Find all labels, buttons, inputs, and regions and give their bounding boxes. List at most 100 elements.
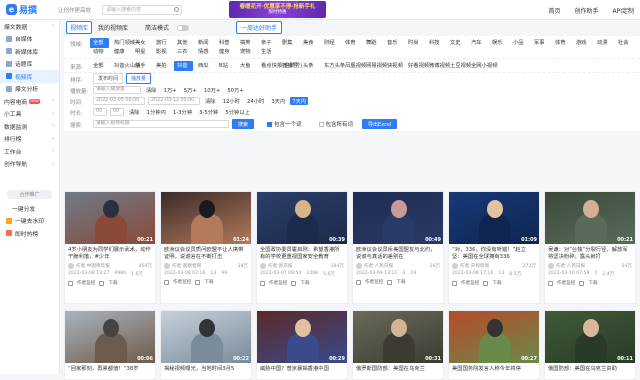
- field-option[interactable]: 三农: [174, 48, 193, 58]
- field-option[interactable]: 游戏: [573, 38, 592, 48]
- source-option[interactable]: 东方头条: [321, 61, 345, 71]
- field-option[interactable]: 小品: [510, 38, 529, 48]
- tab-video-library[interactable]: 视频库: [66, 21, 93, 34]
- video-card[interactable]: 00:21 4岁小朋友为同学们展示武术，动作干脆利落，#少年 作者:中国青年报 450…: [64, 191, 156, 304]
- sort-publish-time[interactable]: 发布时间: [93, 73, 124, 84]
- nav-home[interactable]: 首页: [548, 6, 560, 15]
- field-option[interactable]: 社会: [615, 38, 634, 48]
- monitor-author-button[interactable]: 作者监控: [461, 280, 479, 286]
- video-author[interactable]: 作者:人民日报: [364, 263, 393, 269]
- field-option[interactable]: 生活: [258, 48, 277, 58]
- download-button[interactable]: 下载: [300, 280, 309, 286]
- monitor-author-button[interactable]: 作者监控: [269, 280, 287, 286]
- video-title[interactable]: “回家那刻，再累都值！”38岁: [65, 363, 155, 380]
- field-option[interactable]: 时尚: [405, 38, 424, 48]
- source-option[interactable]: 微博视频: [426, 61, 450, 71]
- simple-mode-toggle[interactable]: [177, 24, 190, 31]
- promo-link[interactable]: 一周达好助手: [236, 21, 283, 34]
- field-option[interactable]: 亲子: [258, 38, 277, 48]
- source-option[interactable]: 网易视频: [363, 61, 387, 71]
- video-thumbnail[interactable]: 00:27: [449, 311, 539, 363]
- source-option[interactable]: 抖音火山版: [111, 61, 141, 71]
- field-option[interactable]: 新闻: [195, 38, 214, 48]
- video-author[interactable]: 作者:新京报: [268, 263, 293, 269]
- sidebar-item[interactable]: 爆文数据 ›: [0, 20, 59, 33]
- source-option[interactable]: 西瓜: [195, 61, 214, 71]
- video-card[interactable]: 00:29 威胁中国？普京暴揭香港中国: [256, 310, 348, 380]
- field-option[interactable]: 情感: [195, 48, 214, 58]
- source-option[interactable]: 头条: [300, 61, 319, 71]
- title-search-input[interactable]: 请输入视频标题: [93, 120, 229, 128]
- download-button[interactable]: 下载: [204, 279, 213, 285]
- dur-opt[interactable]: 5分钟以上: [223, 108, 252, 116]
- time-to-input[interactable]: 2022-03-12 00:00: [148, 96, 200, 105]
- video-thumbnail[interactable]: 01:24: [161, 192, 251, 244]
- video-thumbnail[interactable]: 01:09: [449, 192, 539, 244]
- monitor-author-button[interactable]: 作者监控: [365, 279, 383, 285]
- cb-all-words[interactable]: 包含所有词: [318, 120, 353, 128]
- video-card[interactable]: 00:39 全国政协委员霍启刚：希望香港所有的学校更重视国家安全教育 作者:新京报 2…: [256, 191, 348, 304]
- field-option[interactable]: 热门领域: [111, 38, 135, 48]
- time-opt[interactable]: 12小时: [221, 97, 242, 105]
- time-from-input[interactable]: 2022-03-05 00:00: [93, 96, 145, 105]
- sidebar-item[interactable]: 视频库: [0, 70, 59, 83]
- video-card[interactable]: 01:09 “对，336，你没有听错！”赵立坚：美国在全球拥有336 作者:央视新闻…: [448, 191, 540, 304]
- play-opt[interactable]: 1万+: [162, 86, 179, 94]
- source-option[interactable]: 快视频: [384, 61, 403, 71]
- sidebar-bottom-hot[interactable]: 即时热榜: [0, 227, 59, 240]
- sidebar-item[interactable]: 工作台 ›: [0, 145, 59, 158]
- download-button[interactable]: 下载: [396, 279, 405, 285]
- video-title[interactable]: 欧洲议会议员质问欧盟不让人携带证明，说谎言在不断打击: [161, 244, 251, 261]
- sidebar-item[interactable]: 内容电商 NEW ›: [0, 95, 59, 108]
- field-option[interactable]: 影视: [153, 48, 172, 58]
- dur-opt[interactable]: 1-3分钟: [171, 108, 194, 116]
- video-title[interactable]: 俄国防部：美国在乌克兰资助: [545, 363, 635, 380]
- sort-play-count[interactable]: 播放量: [126, 73, 152, 84]
- field-option[interactable]: 其他: [174, 38, 193, 48]
- cb-any-word[interactable]: 包含一个词: [267, 120, 302, 128]
- time-opt[interactable]: 3天内: [269, 97, 287, 105]
- source-option[interactable]: 看点快报(企鹅号): [258, 61, 302, 71]
- sidebar-item[interactable]: 小工具 ›: [0, 108, 59, 121]
- video-title[interactable]: 吴谦：对“台独”分裂行径，解放军将坚决粉碎，露头就打: [545, 244, 635, 261]
- video-author[interactable]: 作者:央视新闻: [460, 263, 489, 269]
- source-option[interactable]: 土豆视频: [447, 61, 471, 71]
- dur-opt[interactable]: 3-5分钟: [197, 108, 220, 116]
- video-title[interactable]: “对，336，你没有听错！”赵立坚：美国在全球拥有336: [449, 244, 539, 261]
- source-option[interactable]: 大鱼: [237, 61, 256, 71]
- sidebar-item[interactable]: 话题库: [0, 58, 59, 71]
- field-option[interactable]: 动物: [90, 48, 109, 58]
- play-input[interactable]: 请输入播放量: [93, 85, 141, 94]
- source-option[interactable]: 好看视频: [405, 61, 429, 71]
- download-button[interactable]: 下载: [492, 280, 501, 286]
- video-title[interactable]: 欧洲议会议员斥美国盟友与北约，说谎与真话的差别在: [353, 244, 443, 261]
- play-opt[interactable]: 10万+: [202, 86, 222, 94]
- field-option[interactable]: 动漫: [594, 38, 613, 48]
- promo-banner[interactable]: 春暖花开·优惠享不停·抢新手礼 限时特惠: [229, 1, 326, 18]
- dur-opt[interactable]: 1分钟内: [145, 108, 168, 116]
- monitor-author-button[interactable]: 作者监控: [77, 280, 95, 286]
- monitor-author-button[interactable]: 作者监控: [557, 280, 575, 286]
- video-author[interactable]: 作者:人民日报: [556, 263, 585, 269]
- source-option[interactable]: 全部: [90, 61, 109, 71]
- video-card[interactable]: 01:24 欧洲议会议员质问欧盟不让人携带证明，说谎言在不断打击 作者:观察者网 38…: [160, 191, 252, 304]
- download-button[interactable]: 下载: [108, 280, 117, 286]
- source-option[interactable]: 搜狐号: [279, 61, 298, 71]
- monitor-author-button[interactable]: 作者监控: [173, 279, 191, 285]
- field-option[interactable]: 财经: [321, 38, 340, 48]
- sidebar-item[interactable]: 排行榜 ›: [0, 133, 59, 146]
- video-thumbnail[interactable]: 00:11: [545, 311, 635, 363]
- logo[interactable]: e 易撰: [6, 3, 58, 16]
- video-card[interactable]: 00:22 揭秘视频曝光，当地时间3月5: [160, 310, 252, 380]
- search-icon[interactable]: [174, 6, 179, 12]
- sidebar-bottom-distribute[interactable]: 一键分发: [0, 202, 59, 215]
- dur-to-input[interactable]: 00: [110, 107, 124, 116]
- export-excel-button[interactable]: 导出Excel: [362, 119, 398, 129]
- field-option[interactable]: 明星: [132, 48, 151, 58]
- source-option[interactable]: 抖音: [174, 61, 193, 71]
- sidebar-item[interactable]: 新媒体库: [0, 45, 59, 58]
- source-option[interactable]: B站: [216, 61, 235, 71]
- dur-opt[interactable]: 清除: [127, 108, 142, 116]
- video-title[interactable]: 美国国务院发言人称今年将停: [449, 363, 539, 380]
- source-option[interactable]: 快手: [132, 61, 151, 71]
